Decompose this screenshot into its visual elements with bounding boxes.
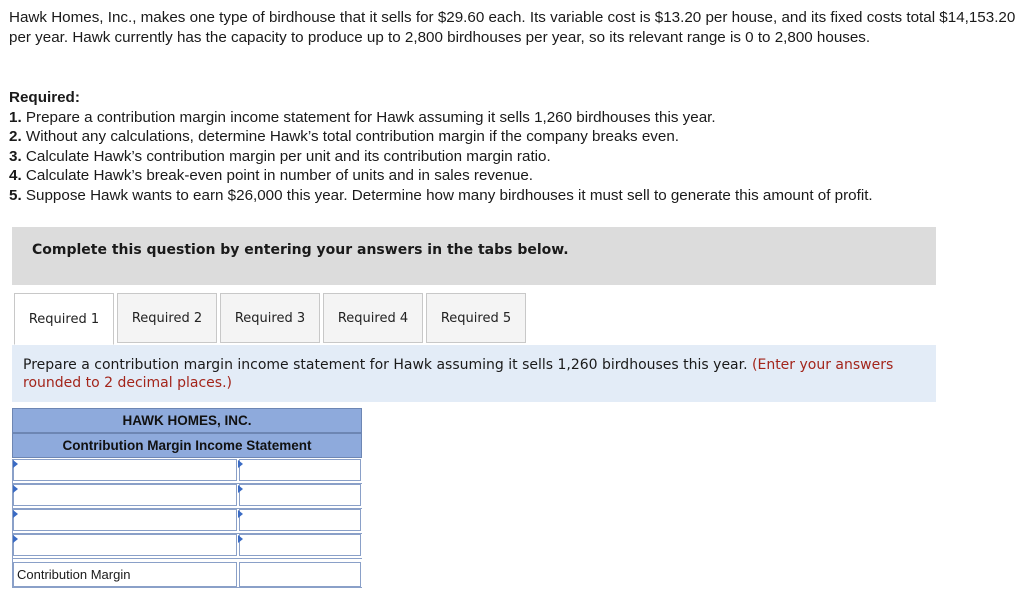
- banner-text: Complete this question by entering your …: [32, 242, 569, 258]
- required-item-2: 2. Without any calculations, determine H…: [9, 127, 1019, 147]
- required-num: 5.: [9, 186, 22, 204]
- dropdown-marker-icon: [238, 485, 243, 493]
- statement-row: [12, 534, 362, 559]
- required-text: Suppose Hawk wants to earn $26,000 this …: [25, 186, 873, 204]
- income-statement: HAWK HOMES, INC. Contribution Margin Inc…: [12, 408, 362, 588]
- tab-required-1[interactable]: Required 1: [14, 293, 114, 345]
- statement-row: [12, 484, 362, 509]
- tab-required-2[interactable]: Required 2: [117, 293, 217, 343]
- required-num: 3.: [9, 147, 22, 165]
- contribution-margin-label: Contribution Margin: [13, 562, 237, 587]
- row-amount-input[interactable]: [239, 509, 361, 531]
- required-num: 2.: [9, 128, 22, 146]
- dropdown-marker-icon: [238, 535, 243, 543]
- row-label-input[interactable]: [13, 459, 237, 481]
- problem-text: Hawk Homes, Inc., makes one type of bird…: [9, 9, 1016, 46]
- required-item-1: 1. Prepare a contribution margin income …: [9, 108, 1019, 128]
- required-text: Prepare a contribution margin income sta…: [25, 108, 716, 126]
- dropdown-marker-icon: [13, 510, 18, 518]
- dropdown-marker-icon: [13, 535, 18, 543]
- dropdown-marker-icon: [238, 510, 243, 518]
- dropdown-marker-icon: [13, 460, 18, 468]
- tab-required-5[interactable]: Required 5: [426, 293, 526, 343]
- dropdown-marker-icon: [13, 485, 18, 493]
- row-label-input[interactable]: [13, 509, 237, 531]
- row-label-input[interactable]: [13, 534, 237, 556]
- required-text: Calculate Hawk’s break-even point in num…: [25, 167, 534, 185]
- tab-required-3[interactable]: Required 3: [220, 293, 320, 343]
- statement-row: [12, 459, 362, 484]
- required-list: Required: 1. Prepare a contribution marg…: [9, 88, 1019, 206]
- row-amount-input[interactable]: [239, 534, 361, 556]
- statement-title: Contribution Margin Income Statement: [12, 433, 362, 458]
- statement-row-contribution-margin: Contribution Margin: [12, 559, 362, 588]
- row-label-input[interactable]: [13, 484, 237, 506]
- required-text: Calculate Hawk’s contribution margin per…: [25, 147, 551, 165]
- tab-required-4[interactable]: Required 4: [323, 293, 423, 343]
- instructions-banner: Complete this question by entering your …: [12, 227, 936, 285]
- row-amount-input[interactable]: [239, 484, 361, 506]
- required-item-5: 5. Suppose Hawk wants to earn $26,000 th…: [9, 186, 1019, 206]
- statement-company: HAWK HOMES, INC.: [12, 408, 362, 433]
- required-heading: Required:: [9, 89, 80, 106]
- instruction-text: Prepare a contribution margin income sta…: [23, 357, 748, 373]
- dropdown-marker-icon: [238, 460, 243, 468]
- required-num: 1.: [9, 108, 22, 126]
- row-amount-input[interactable]: [239, 459, 361, 481]
- required-item-3: 3. Calculate Hawk’s contribution margin …: [9, 147, 1019, 167]
- statement-row: [12, 509, 362, 534]
- instruction-panel: Prepare a contribution margin income sta…: [12, 345, 936, 402]
- required-num: 4.: [9, 167, 22, 185]
- required-item-4: 4. Calculate Hawk’s break-even point in …: [9, 166, 1019, 186]
- contribution-margin-amount-input[interactable]: [239, 562, 361, 587]
- required-text: Without any calculations, determine Hawk…: [25, 128, 680, 146]
